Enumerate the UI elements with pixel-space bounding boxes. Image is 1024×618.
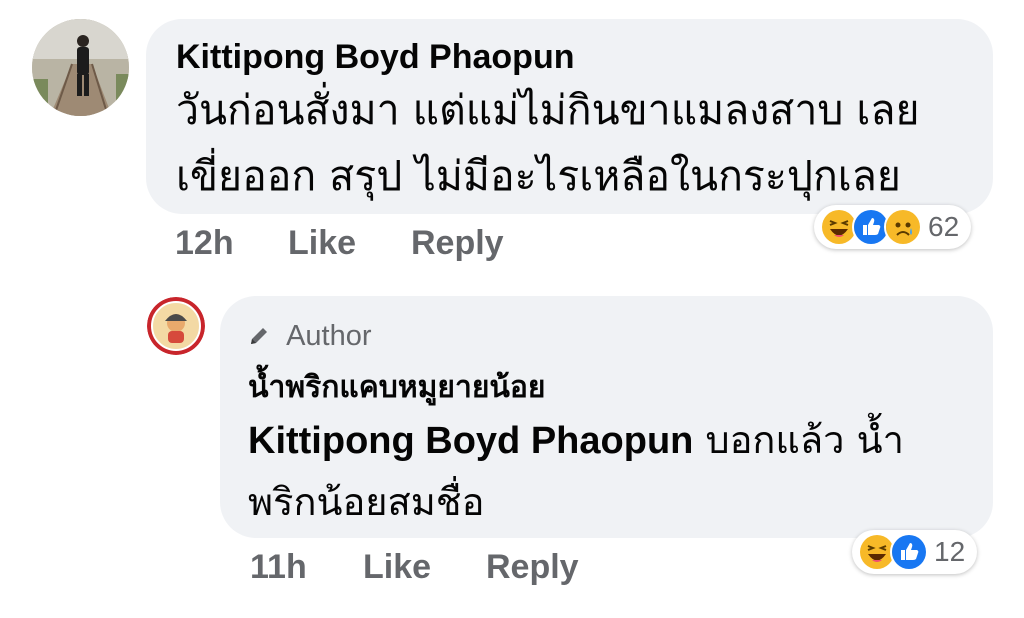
reply-author-name[interactable]: น้ำพริกแคบหมูยายน้อย xyxy=(248,364,546,411)
reply-button[interactable]: Reply xyxy=(411,224,504,263)
page-avatar[interactable] xyxy=(147,297,205,355)
reaction-summary[interactable]: 62 xyxy=(814,205,972,249)
comment-timestamp[interactable]: 12h xyxy=(175,224,234,263)
comment-bubble: Kittipong Boyd Phaopun วันก่อนสั่งมา แต่… xyxy=(146,19,993,214)
like-icon xyxy=(890,533,928,571)
reply-reaction-summary[interactable]: 12 xyxy=(852,530,978,574)
reply-reaction-count: 12 xyxy=(934,536,966,567)
reply-timestamp[interactable]: 11h xyxy=(250,548,307,587)
sad-icon xyxy=(884,208,922,246)
pencil-icon xyxy=(248,320,278,352)
reply-text-rest: บอกแล้ว น้ำ xyxy=(693,418,904,462)
author-badge: Author xyxy=(248,320,372,353)
reply-reply-button[interactable]: Reply xyxy=(486,548,579,587)
author-badge-label: Author xyxy=(286,320,372,352)
commenter-avatar[interactable] xyxy=(32,19,129,116)
reply-text-line-1: Kittipong Boyd Phaopun บอกแล้ว น้ำ xyxy=(248,408,904,473)
mention-tag[interactable]: Kittipong Boyd Phaopun xyxy=(248,420,693,462)
reaction-count: 62 xyxy=(928,211,960,242)
comment-text-line-2: เขี่ยออก สรุป ไม่มีอะไรเหลือในกระปุกเลย xyxy=(176,152,901,200)
reply-bubble: Author น้ำพริกแคบหมูยายน้อย Kittipong Bo… xyxy=(220,296,993,538)
comment-text-line-1: วันก่อนสั่งมา แต่แม่ไม่กินขาแมลงสาบ เลย xyxy=(176,86,920,134)
like-button[interactable]: Like xyxy=(288,224,356,263)
comment-author-name[interactable]: Kittipong Boyd Phaopun xyxy=(176,38,575,77)
reply-text-line-2: พริกน้อยสมชื่อ xyxy=(248,480,485,524)
reply-like-button[interactable]: Like xyxy=(363,548,431,587)
